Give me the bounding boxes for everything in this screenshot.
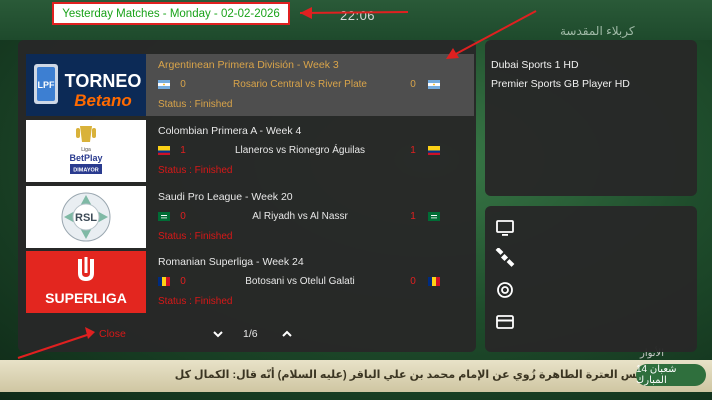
ticker-badge: 14 شعبان المبارك <box>636 364 706 386</box>
league-title: Colombian Primera A - Week 4 <box>158 125 302 137</box>
away-score: 1 <box>410 211 416 222</box>
match-info: Romanian Superliga - Week 24 0 Botosani … <box>158 251 474 313</box>
match-row[interactable]: LPF TORNEO Betano Argentinean Primera Di… <box>26 54 474 116</box>
home-score: 0 <box>180 79 186 90</box>
svg-text:RSL: RSL <box>75 212 97 224</box>
match-teams: Llaneros vs Rionegro Águilas <box>234 145 366 156</box>
argentina-flag-icon <box>158 80 170 89</box>
league-title: Romanian Superliga - Week 24 <box>158 256 304 268</box>
match-status: Status : Finished <box>158 231 233 242</box>
channels-panel: Dubai Sports 1 HD Premier Sports GB Play… <box>485 40 697 196</box>
clock: 22:06 <box>340 8 376 23</box>
match-info: Saudi Pro League - Week 20 0 Al Riyadh v… <box>158 186 474 248</box>
score-row: 0 Botosani vs Otelul Galati 0 <box>158 276 442 290</box>
match-info: Argentinean Primera División - Week 3 0 … <box>158 54 474 116</box>
colombia-flag-icon <box>428 146 440 155</box>
home-score: 1 <box>180 145 186 156</box>
argentina-flag-icon <box>428 80 440 89</box>
card-icon[interactable] <box>495 312 515 332</box>
score-row: 0 Al Riyadh vs Al Nassr 1 <box>158 211 442 225</box>
saudi-flag-icon <box>158 212 170 221</box>
match-info: Colombian Primera A - Week 4 1 Llaneros … <box>158 120 474 182</box>
actions-panel <box>485 206 697 352</box>
league-title: Argentinean Primera División - Week 3 <box>158 59 339 71</box>
svg-text:DIMAYOR: DIMAYOR <box>73 168 98 174</box>
svg-text:TORNEO: TORNEO <box>65 71 142 91</box>
romania-flag-icon <box>428 277 440 286</box>
svg-text:LPF: LPF <box>38 80 56 90</box>
monitor-icon[interactable] <box>495 218 515 238</box>
league-logo-betplay: Liga BetPlay DIMAYOR <box>26 120 146 182</box>
colombia-flag-icon <box>158 146 170 155</box>
match-status: Status : Finished <box>158 165 233 176</box>
match-row[interactable]: SUPERLIGA Romanian Superliga - Week 24 0… <box>26 251 474 313</box>
league-logo-superliga: SUPERLIGA <box>26 251 146 313</box>
home-score: 0 <box>180 211 186 222</box>
match-teams: Botosani vs Otelul Galati <box>245 276 355 287</box>
away-score: 1 <box>410 145 416 156</box>
svg-text:Betano: Betano <box>74 91 132 110</box>
away-score: 0 <box>410 79 416 90</box>
page-indicator: 1/6 <box>243 328 258 340</box>
channel-item[interactable]: Dubai Sports 1 HD <box>491 59 579 71</box>
at-sign-icon[interactable] <box>495 280 515 300</box>
channel-item[interactable]: Premier Sports GB Player HD <box>491 78 630 90</box>
league-logo-rsl: RSL <box>26 186 146 248</box>
score-row: 0 Rosario Central vs River Plate 0 <box>158 79 442 93</box>
svg-text:SUPERLIGA: SUPERLIGA <box>45 290 127 306</box>
background-title: كربلاء المقدسة <box>560 24 635 38</box>
chevron-up-icon[interactable] <box>282 327 292 341</box>
away-score: 0 <box>410 276 416 287</box>
close-button[interactable]: Close <box>99 328 126 340</box>
header-title: Yesterday Matches - Monday - 02-02-2026 <box>62 7 280 20</box>
match-row[interactable]: RSL Saudi Pro League - Week 20 0 Al Riya… <box>26 186 474 248</box>
league-title: Saudi Pro League - Week 20 <box>158 191 293 203</box>
score-row: 1 Llaneros vs Rionegro Águilas 1 <box>158 145 442 159</box>
match-teams: Rosario Central vs River Plate <box>233 79 367 90</box>
home-score: 0 <box>180 276 186 287</box>
saudi-flag-icon <box>428 212 440 221</box>
match-row[interactable]: Liga BetPlay DIMAYOR Colombian Primera A… <box>26 120 474 182</box>
match-teams: Al Riyadh vs Al Nassr <box>252 211 348 222</box>
svg-text:BetPlay: BetPlay <box>69 153 102 163</box>
match-status: Status : Finished <box>158 296 233 307</box>
chevron-down-icon[interactable] <box>213 327 223 341</box>
romania-flag-icon <box>158 277 170 286</box>
satellite-icon[interactable] <box>495 248 515 268</box>
header-title-box: Yesterday Matches - Monday - 02-02-2026 <box>52 2 290 25</box>
league-logo-torneo-betano: LPF TORNEO Betano <box>26 54 146 116</box>
ticker-text: فيس العترة الطاهرة زُوي عن الإمام محمد ب… <box>174 369 648 381</box>
match-status: Status : Finished <box>158 99 233 110</box>
